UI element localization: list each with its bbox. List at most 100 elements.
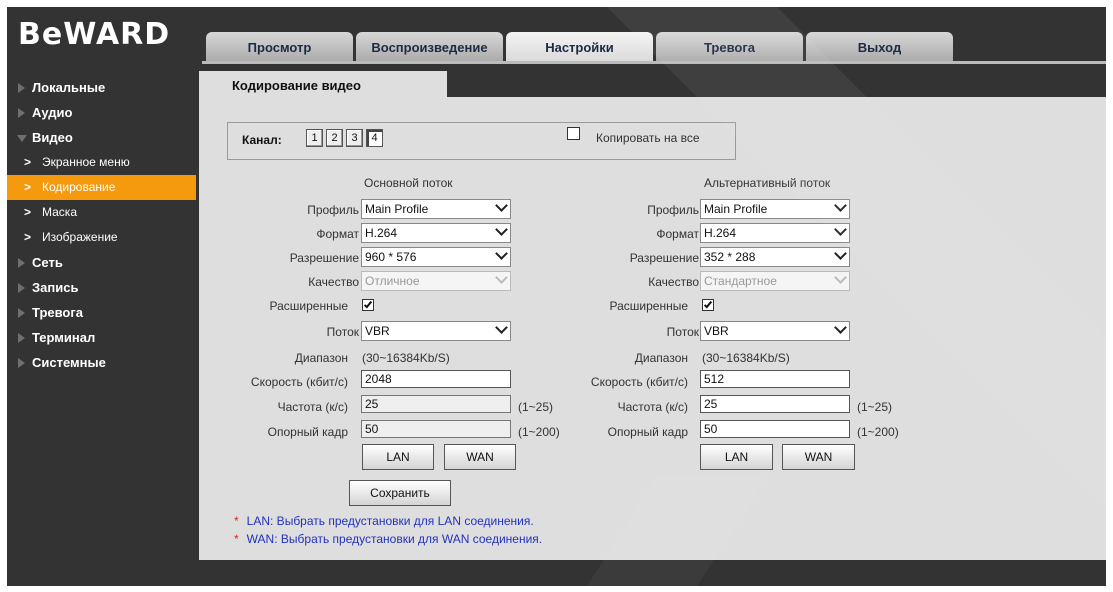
- channel-label: Канал:: [242, 133, 282, 147]
- main-advanced-checkbox[interactable]: [362, 299, 374, 311]
- sub-resolution-value: 352 * 288: [704, 250, 756, 264]
- sidebar-item-system[interactable]: Системные: [7, 350, 196, 375]
- sidebar-item-record[interactable]: Запись: [7, 275, 196, 300]
- main-stream-title: Основной поток: [364, 176, 453, 190]
- main-stream-type-value: VBR: [365, 324, 390, 338]
- main-profile-value: Main Profile: [365, 202, 429, 216]
- main-profile-select[interactable]: Main Profile: [361, 199, 511, 219]
- main-format-label: Формат: [316, 227, 359, 241]
- sidebar-item-alarm[interactable]: Тревога: [7, 300, 196, 325]
- collapsed-triangle-icon: [18, 308, 25, 318]
- sidebar-subitem-osd[interactable]: > Экранное меню: [7, 150, 196, 175]
- sidebar-subitem-image[interactable]: > Изображение: [7, 225, 196, 250]
- sub-keyframe-input[interactable]: 50: [700, 420, 850, 438]
- tab-view[interactable]: Просмотр: [206, 32, 353, 63]
- sub-lan-button[interactable]: LAN: [700, 444, 773, 470]
- chevron-down-icon: [495, 271, 508, 284]
- sub-framerate-input[interactable]: 25: [700, 395, 850, 413]
- main-bitrate-input[interactable]: 2048: [361, 370, 511, 388]
- sidebar-subitem-encoding[interactable]: > Кодирование: [7, 175, 196, 200]
- note-marker: *: [234, 514, 239, 528]
- main-stream-type-label: Поток: [326, 325, 359, 339]
- channel-button-3[interactable]: 3: [346, 129, 363, 147]
- note-marker: *: [234, 532, 239, 546]
- main-resolution-select[interactable]: 960 * 576: [361, 247, 511, 267]
- app-window: BeWARD Просмотр Воспроизведение Настройк…: [7, 7, 1106, 586]
- sub-advanced-checkbox[interactable]: [702, 299, 714, 311]
- main-framerate-input[interactable]: 25: [361, 395, 511, 413]
- note-lan-text: LAN: Выбрать предустановки для LAN соеди…: [246, 514, 534, 528]
- sidebar-item-label: Системные: [32, 355, 106, 370]
- sub-profile-select[interactable]: Main Profile: [700, 199, 850, 219]
- sub-stream-type-value: VBR: [704, 324, 729, 338]
- collapsed-triangle-icon: [18, 83, 25, 93]
- sub-framerate-label: Частота (к/с): [617, 400, 688, 414]
- sub-quality-select: Стандартное: [700, 271, 850, 291]
- channel-button-1[interactable]: 1: [306, 129, 323, 147]
- sub-keyframe-label: Опорный кадр: [607, 425, 688, 439]
- main-format-select[interactable]: H.264: [361, 223, 511, 243]
- main-stream-type-select[interactable]: VBR: [361, 321, 511, 341]
- sub-profile-label: Профиль: [647, 203, 699, 217]
- sidebar-item-terminal[interactable]: Терминал: [7, 325, 196, 350]
- main-bitrate-label: Скорость (кбит/с): [250, 375, 348, 389]
- tab-playback[interactable]: Воспроизведение: [356, 32, 503, 63]
- sub-keyframe-range: (1~200): [857, 425, 899, 439]
- chevron-down-icon: [834, 321, 847, 334]
- chevron-down-icon: [834, 247, 847, 260]
- collapsed-triangle-icon: [18, 358, 25, 368]
- sidebar-item-label: Тревога: [32, 305, 84, 320]
- sub-profile-value: Main Profile: [704, 202, 768, 216]
- sidebar-item-label: Аудио: [32, 105, 73, 120]
- sidebar-subitem-label: Экранное меню: [42, 155, 130, 169]
- chevron-down-icon: [834, 223, 847, 236]
- chevron-down-icon: [495, 321, 508, 334]
- chevron-right-icon: >: [24, 155, 32, 169]
- tab-alarm[interactable]: Тревога: [656, 32, 803, 63]
- sub-format-label: Формат: [656, 227, 699, 241]
- sub-framerate-range: (1~25): [857, 400, 893, 414]
- beward-logo: BeWARD: [18, 17, 171, 52]
- tab-exit[interactable]: Выход: [806, 32, 953, 63]
- copy-all-checkbox[interactable]: [567, 127, 580, 140]
- main-lan-button[interactable]: LAN: [362, 444, 434, 470]
- sub-format-value: H.264: [704, 226, 737, 240]
- channel-button-4[interactable]: 4: [366, 129, 383, 147]
- sidebar: Локальные Аудио Видео > Экранное меню > Ко…: [7, 75, 196, 375]
- main-format-value: H.264: [365, 226, 398, 240]
- sub-stream-title: Альтернативный поток: [704, 176, 831, 190]
- sub-resolution-select[interactable]: 352 * 288: [700, 247, 850, 267]
- save-button[interactable]: Сохранить: [349, 480, 451, 506]
- sidebar-subitem-label: Кодирование: [42, 180, 116, 194]
- sub-bitrate-label: Скорость (кбит/с): [590, 375, 688, 389]
- main-keyframe-label: Опорный кадр: [267, 425, 348, 439]
- sub-stream-type-label: Поток: [666, 325, 699, 339]
- collapsed-triangle-icon: [18, 283, 25, 293]
- main-resolution-label: Разрешение: [289, 251, 359, 265]
- main-quality-label: Качество: [308, 275, 359, 289]
- channel-button-2[interactable]: 2: [326, 129, 343, 147]
- main-range-label: Диапазон: [294, 351, 348, 365]
- sub-wan-button[interactable]: WAN: [782, 444, 855, 470]
- sub-format-select[interactable]: H.264: [700, 223, 850, 243]
- sidebar-item-label: Терминал: [32, 330, 96, 345]
- expanded-triangle-icon: [17, 135, 27, 142]
- note-lan: * LAN: Выбрать предустановки для LAN соед…: [234, 514, 534, 528]
- sidebar-item-video[interactable]: Видео: [7, 125, 196, 150]
- sidebar-item-network[interactable]: Сеть: [7, 250, 196, 275]
- main-keyframe-range: (1~200): [518, 425, 560, 439]
- chevron-down-icon: [834, 199, 847, 212]
- sub-stream-type-select[interactable]: VBR: [700, 321, 850, 341]
- sub-bitrate-input[interactable]: 512: [700, 370, 850, 388]
- tab-underline: [202, 61, 1106, 64]
- tab-settings[interactable]: Настройки: [506, 32, 653, 63]
- sidebar-subitem-mask[interactable]: > Маска: [7, 200, 196, 225]
- sidebar-item-local[interactable]: Локальные: [7, 75, 196, 100]
- sidebar-item-label: Сеть: [32, 255, 63, 270]
- sub-quality-label: Качество: [648, 275, 699, 289]
- chevron-down-icon: [834, 271, 847, 284]
- main-wan-button[interactable]: WAN: [444, 444, 516, 470]
- chevron-down-icon: [495, 223, 508, 236]
- main-keyframe-input[interactable]: 50: [361, 420, 511, 438]
- sidebar-item-audio[interactable]: Аудио: [7, 100, 196, 125]
